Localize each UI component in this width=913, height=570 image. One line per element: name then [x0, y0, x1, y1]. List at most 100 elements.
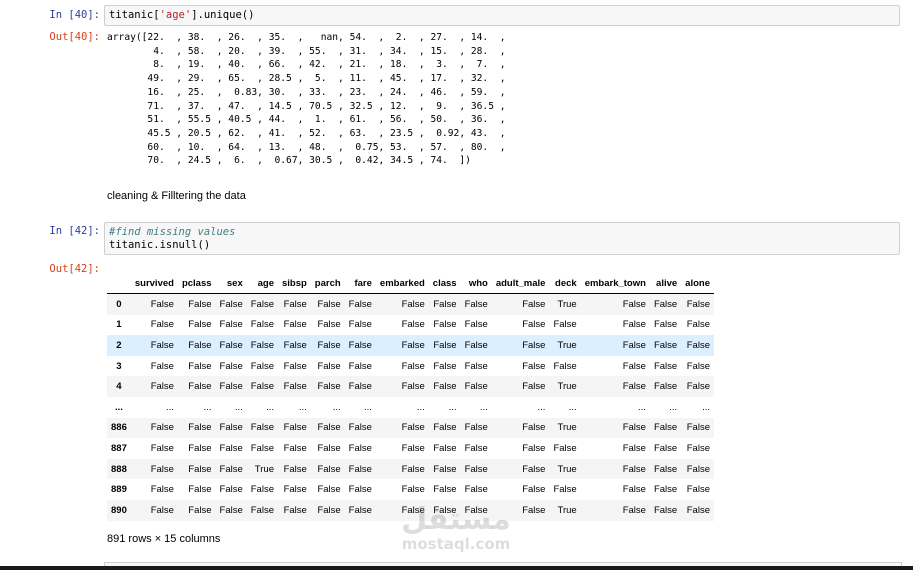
table-cell: False	[150, 319, 174, 331]
table-cell: ...	[363, 401, 372, 413]
table-cell: False	[653, 298, 678, 310]
table-cell: False	[686, 339, 710, 351]
row-index: ...	[114, 401, 123, 413]
table-cell: False	[188, 484, 212, 496]
table-cell: False	[219, 484, 243, 496]
table-cell: True	[557, 298, 577, 310]
table-cell: ...	[448, 401, 457, 413]
table-cell: False	[348, 298, 372, 310]
table-cell: False	[188, 339, 212, 351]
table-cell: False	[219, 319, 243, 331]
table-cell: False	[219, 339, 243, 351]
notebook: In [40]: titanic['age'].unique() Out[40]…	[0, 0, 913, 570]
row-index: 889	[111, 484, 127, 496]
code-text-suffix: ].unique()	[191, 9, 255, 21]
table-cell: False	[622, 504, 646, 516]
table-cell: False	[348, 484, 372, 496]
table-cell: False	[283, 319, 307, 331]
table-cell: False	[433, 381, 457, 393]
array-output: array([22. , 38. , 26. , 35. , nan, 54. …	[107, 31, 506, 168]
table-cell: False	[219, 381, 243, 393]
index-header	[107, 274, 131, 294]
table-cell: False	[653, 442, 678, 454]
table-cell: ...	[479, 401, 488, 413]
table-cell: False	[522, 463, 546, 475]
table-cell: False	[433, 422, 457, 434]
table-cell: False	[401, 381, 425, 393]
table-cell: False	[622, 484, 646, 496]
table-cell: False	[250, 484, 274, 496]
table-cell: False	[686, 360, 710, 372]
table-row[interactable]: 4 False False False False False False False Fals…	[107, 376, 714, 397]
table-cell: False	[188, 319, 212, 331]
code-text-prefix: titanic[	[109, 9, 160, 21]
table-row[interactable]: 887 False False False False False False False Fa…	[107, 438, 714, 459]
table-cell: False	[401, 463, 425, 475]
table-cell: False	[522, 319, 546, 331]
code-cell[interactable]: #find missing values titanic.isnull()	[104, 222, 900, 255]
table-row[interactable]: 888 False False False True False False False Fal…	[107, 458, 714, 480]
array-output-line: 49. , 29. , 65. , 28.5 , 5. , 11. , 45. …	[107, 73, 506, 85]
code-comment: #find missing values	[109, 226, 236, 238]
code-string: 'age'	[159, 9, 192, 21]
table-cell: False	[219, 360, 243, 372]
table-cell: False	[522, 381, 546, 393]
table-cell: False	[401, 484, 425, 496]
row-index: 0	[116, 298, 122, 310]
row-index: 890	[111, 504, 127, 516]
table-cell: False	[464, 463, 488, 475]
table-cell: False	[653, 463, 678, 475]
table-row[interactable]: ........................................…	[107, 397, 714, 418]
table-cell: False	[348, 360, 372, 372]
table-cell: False	[150, 298, 174, 310]
table-cell: False	[622, 463, 646, 475]
table-row[interactable]: 889 False False False False False False False Fa…	[107, 479, 714, 500]
column-header: survived	[130, 274, 178, 294]
table-cell: False	[464, 360, 488, 372]
table-cell: ...	[203, 401, 212, 413]
column-header: sex	[215, 274, 247, 294]
table-cell: ...	[298, 401, 307, 413]
table-cell: False	[348, 504, 372, 516]
dataframe-table: survived pclass sex age sibsp parch fare embark…	[107, 274, 714, 521]
table-row[interactable]: 1 False False False False False False False Fals…	[107, 315, 714, 336]
table-cell: False	[219, 422, 243, 434]
row-index: 1	[116, 319, 122, 331]
table-row[interactable]: 886 False False False False False False False Fa…	[107, 417, 714, 439]
table-cell: False	[283, 463, 307, 475]
table-cell: False	[219, 463, 243, 475]
column-header: age	[246, 274, 278, 294]
table-cell: False	[188, 381, 212, 393]
table-cell: False	[653, 484, 678, 496]
table-cell: False	[150, 463, 174, 475]
table-cell: False	[348, 442, 372, 454]
watermark-latin: mostaql.com	[401, 535, 511, 553]
table-cell: False	[464, 319, 488, 331]
table-row[interactable]: 3 False False False False False False False Fals…	[107, 356, 714, 377]
input-prompt: In [42]:	[49, 225, 100, 237]
table-row[interactable]: 2 False False False False False False False Fals…	[107, 335, 714, 356]
table-cell: False	[686, 298, 710, 310]
table-cell: ...	[266, 401, 274, 413]
table-cell: False	[464, 442, 488, 454]
table-cell: False	[250, 298, 274, 310]
table-cell: False	[317, 360, 341, 372]
table-cell: True	[557, 381, 577, 393]
column-header: adult_male	[491, 274, 550, 294]
table-cell: False	[522, 422, 546, 434]
table-cell: False	[188, 504, 212, 516]
row-index: 2	[116, 339, 122, 351]
table-row[interactable]: 0 False False False False False False False Fals…	[107, 293, 714, 315]
table-cell: False	[283, 360, 307, 372]
array-output-line: 70. , 24.5 , 6. , 0.67, 30.5 , 0.42, 34.…	[107, 155, 471, 167]
code-cell[interactable]: titanic['age'].unique()	[104, 5, 900, 26]
table-cell: False	[686, 319, 710, 331]
table-cell: False	[250, 339, 274, 351]
table-cell: False	[464, 422, 488, 434]
table-cell: False	[150, 339, 174, 351]
table-cell: False	[150, 360, 174, 372]
table-cell: False	[283, 298, 307, 310]
table-cell: True	[557, 463, 577, 475]
table-cell: False	[653, 381, 678, 393]
table-cell: False	[433, 298, 457, 310]
